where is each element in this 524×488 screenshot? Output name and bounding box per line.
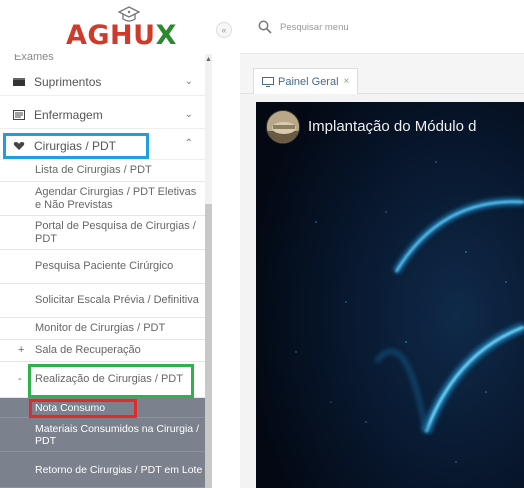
tab-painel-geral[interactable]: Painel Geral ×: [253, 68, 359, 94]
submenu-item-solicitar-escala[interactable]: Solicitar Escala Prévia / Definitiva: [0, 284, 205, 318]
submenu-item-sala-recuperacao[interactable]: + Sala de Recuperação: [0, 340, 205, 362]
box-icon: [13, 77, 25, 86]
sidebar-collapse-button[interactable]: «: [216, 22, 232, 38]
highlight-box-red: [29, 399, 137, 418]
video-player[interactable]: Implantação do Módulo d: [256, 102, 524, 488]
close-icon[interactable]: ×: [344, 76, 350, 87]
tab-label: Painel Geral: [278, 75, 339, 88]
submenu-item-label: Portal de Pesquisa de Cirurgias / PDT: [35, 219, 196, 245]
highlight-box-blue: [3, 133, 149, 159]
sidebar: Exames Suprimentos ⌄ Enfermagem ⌄ Cirurg…: [0, 54, 205, 488]
sidebar-item-enfermagem[interactable]: Enfermagem ⌄: [0, 101, 205, 129]
submenu-item-label: Retorno de Cirurgias / PDT em Lote: [35, 463, 203, 476]
channel-avatar[interactable]: [266, 110, 300, 144]
submenu-item-retorno-cirurgias[interactable]: Retorno de Cirurgias / PDT em Lote: [0, 452, 205, 488]
submenu-item-label: Agendar Cirurgias / PDT Eletivas e Não P…: [35, 185, 197, 211]
logo-area: AGHUX: [0, 0, 212, 54]
submenu-item-monitor-cirurgias[interactable]: Monitor de Cirurgias / PDT: [0, 318, 205, 340]
submenu-item-label: Pesquisa Paciente Cirúrgico: [35, 260, 174, 272]
submenu-item-label: Solicitar Escala Prévia / Definitiva: [35, 294, 199, 306]
expand-plus-icon: +: [18, 344, 25, 356]
search-input[interactable]: [280, 18, 510, 36]
chevron-down-icon: ⌄: [184, 109, 193, 120]
scrollbar-thumb[interactable]: [205, 204, 212, 488]
submenu-item-pesquisa-paciente[interactable]: Pesquisa Paciente Cirúrgico: [0, 250, 205, 284]
submenu-item-portal-pesquisa[interactable]: Portal de Pesquisa de Cirurgias / PDT: [0, 216, 205, 250]
submenu-item-materiais-consumidos[interactable]: Materiais Consumidos na Cirurgia / PDT: [0, 418, 205, 452]
scroll-up-arrow-icon[interactable]: ▲: [205, 56, 212, 64]
chevron-down-icon: ⌄: [184, 76, 193, 87]
submenu-item-lista-cirurgias[interactable]: Lista de Cirurgias / PDT: [0, 160, 205, 182]
search-icon: [258, 20, 272, 34]
video-title: Implantação do Módulo d: [308, 118, 477, 135]
submenu-item-label: Materiais Consumidos na Cirurgia / PDT: [35, 422, 199, 447]
sidebar-item-suprimentos[interactable]: Suprimentos ⌄: [0, 68, 205, 96]
video-frame: [256, 102, 524, 488]
sidebar-scrollbar[interactable]: ▲: [205, 54, 212, 488]
aghux-logo[interactable]: AGHUX: [66, 6, 186, 51]
monitor-icon: [262, 76, 274, 87]
submenu-item-label: Lista de Cirurgias / PDT: [35, 164, 152, 176]
sidebar-item-exames[interactable]: Exames: [0, 54, 205, 64]
chevron-up-icon: ⌃: [184, 138, 193, 149]
tab-bar: Painel Geral ×: [240, 54, 524, 94]
sidebar-item-label: Exames: [14, 54, 54, 63]
sidebar-item-label: Suprimentos: [34, 74, 102, 89]
top-bar: [240, 0, 524, 54]
clipboard-icon: [13, 109, 25, 120]
submenu-item-label: Monitor de Cirurgias / PDT: [35, 322, 166, 334]
highlight-box-green: [28, 364, 194, 398]
main-content: Painel Geral × Implantação do Módulo d: [240, 54, 524, 488]
sidebar-item-label: Enfermagem: [34, 107, 103, 122]
submenu-item-label: Sala de Recuperação: [35, 344, 141, 356]
submenu-item-agendar-cirurgias[interactable]: Agendar Cirurgias / PDT Eletivas e Não P…: [0, 182, 205, 216]
logo-text: AGHUX: [66, 20, 177, 51]
